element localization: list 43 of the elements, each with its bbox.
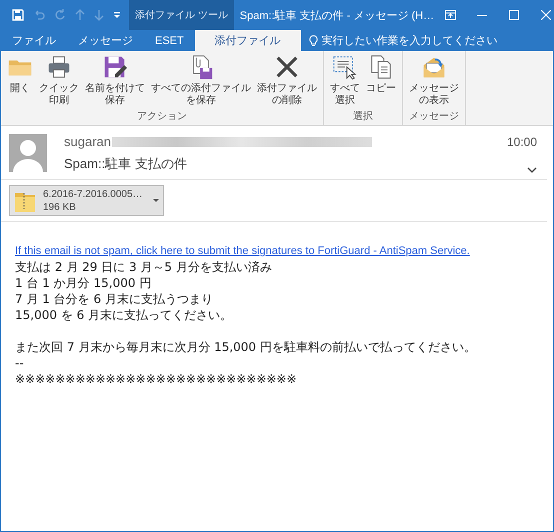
ribbon-display-icon[interactable] bbox=[444, 10, 456, 20]
body-text-line: 支払は 2 月 29 日に 3 月～5 月分を支払い済み bbox=[15, 259, 273, 275]
customize-icon[interactable] bbox=[113, 11, 121, 19]
printer-icon bbox=[46, 54, 72, 80]
ribbon-tab[interactable]: 添付ファイル bbox=[194, 30, 301, 51]
caret-icon[interactable] bbox=[153, 198, 159, 202]
lightbulb-icon bbox=[308, 34, 318, 46]
ribbon-button[interactable]: 開く bbox=[4, 51, 36, 109]
chevron-down-icon[interactable] bbox=[527, 167, 537, 173]
ribbon-button[interactable]: メッセージ の表示 bbox=[406, 51, 462, 109]
avatar-icon bbox=[9, 134, 47, 172]
delete-x-icon bbox=[274, 54, 300, 80]
maximize-icon[interactable] bbox=[509, 10, 520, 20]
close-icon[interactable] bbox=[541, 10, 552, 20]
attachment-chip[interactable]: 6.2016-7.2016.0005… 196 KB bbox=[9, 185, 164, 216]
ribbon-button[interactable]: 名前を付けて 保存 bbox=[82, 51, 148, 109]
body-text-line: -- bbox=[15, 355, 25, 371]
message-subject: Spam::駐車 支払の件 bbox=[64, 155, 187, 173]
ribbon-tab[interactable]: メッセージ bbox=[67, 30, 144, 51]
ribbon-button[interactable]: コピー bbox=[363, 51, 399, 109]
group-label: アクション bbox=[136, 110, 188, 124]
tell-me-field[interactable]: 実行したい作業を入力してください bbox=[322, 33, 498, 48]
body-text-line: ※※※※※※※※※※※※※※※※※※※※※※※※※※※※ bbox=[15, 371, 298, 387]
ribbon-button[interactable]: すべての添付ファイル を保存 bbox=[148, 51, 254, 109]
body-text-line: 1 台 1 か月分 15,000 円 bbox=[15, 275, 152, 291]
body-text-line: 15,000 を 6 月末に支払ってください。 bbox=[15, 307, 234, 323]
context-tab-group: 添付ファイル ツール bbox=[129, 0, 234, 30]
received-time: 10:00 bbox=[506, 134, 537, 148]
select-all-icon bbox=[332, 54, 358, 80]
ribbon-tab[interactable]: ESET bbox=[144, 30, 195, 51]
ribbon-tab[interactable]: ファイル bbox=[1, 30, 67, 51]
ribbon-button[interactable]: クイック 印刷 bbox=[36, 51, 82, 109]
window-title: Spam::駐車 支払の件 - メッセージ (H… bbox=[240, 8, 434, 22]
body-text-line: 7 月 1 台分を 6 月末に支払うつまり bbox=[15, 291, 214, 307]
save-pencil-icon bbox=[102, 54, 128, 80]
sender-name: sugaran bbox=[64, 134, 111, 149]
body-text-line: また次回 7 月末から毎月末に次月分 15,000 円を駐車料の前払いで払ってください。 bbox=[15, 339, 477, 355]
save-icon[interactable] bbox=[12, 9, 24, 21]
group-label: メッセージ bbox=[408, 110, 460, 124]
ribbon-button[interactable]: すべて 選択 bbox=[327, 51, 363, 109]
ribbon-button[interactable]: 添付ファイル の削除 bbox=[254, 51, 320, 109]
group-label: 選択 bbox=[352, 110, 374, 124]
spam-report-link[interactable]: If this email is not spam, click here to submit the signatures to FortiGuard - AntiSpam Service. bbox=[15, 245, 470, 257]
